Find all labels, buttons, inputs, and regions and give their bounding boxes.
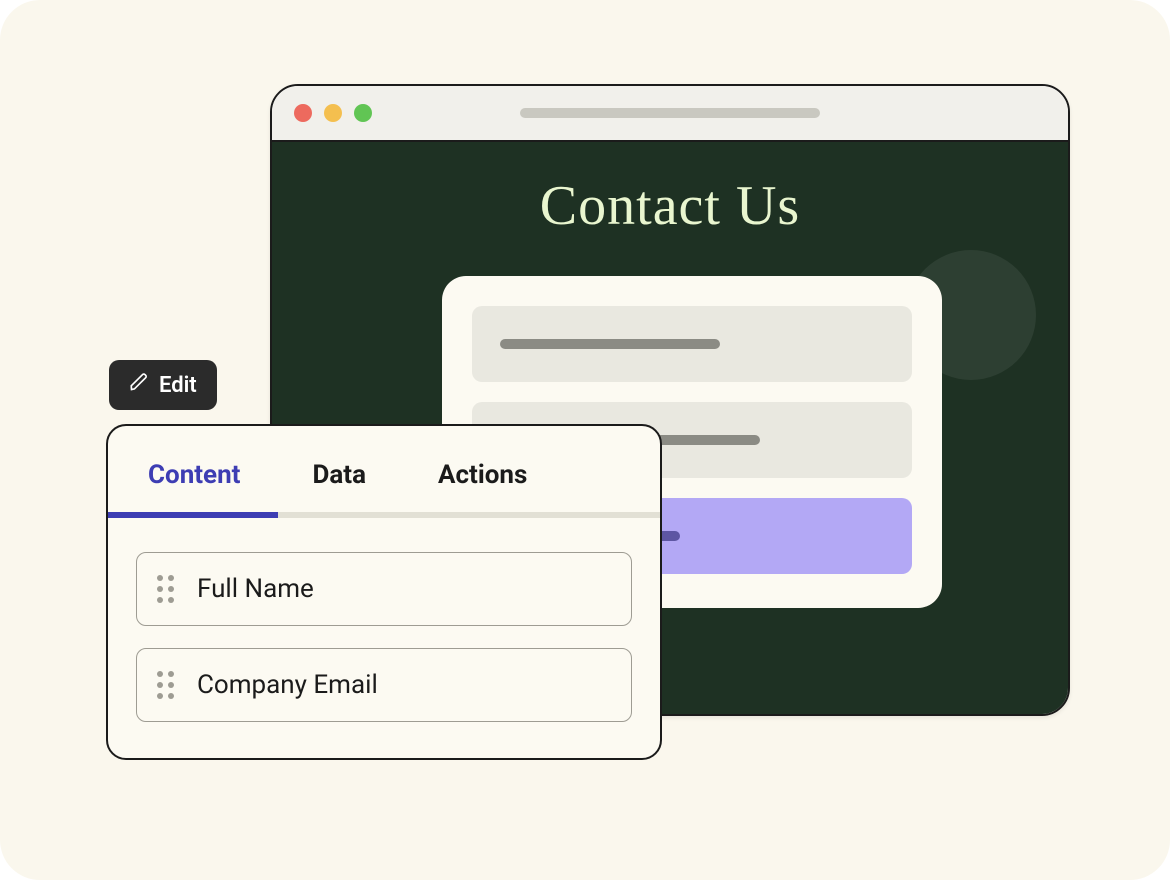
panel-body: Full Name Company Email bbox=[108, 518, 660, 758]
drag-handle-icon[interactable] bbox=[157, 575, 177, 603]
tab-actions[interactable]: Actions bbox=[438, 460, 527, 512]
active-tab-indicator bbox=[108, 512, 278, 518]
edit-button-label: Edit bbox=[159, 373, 197, 398]
pencil-icon bbox=[129, 372, 149, 398]
tab-content[interactable]: Content bbox=[148, 460, 240, 512]
canvas: Contact Us Edit Content Data A bbox=[0, 0, 1170, 880]
page-heading: Contact Us bbox=[272, 142, 1068, 238]
browser-titlebar bbox=[272, 86, 1068, 142]
field-label: Company Email bbox=[197, 670, 378, 700]
close-icon[interactable] bbox=[294, 104, 312, 122]
edit-button[interactable]: Edit bbox=[109, 360, 217, 410]
minimize-icon[interactable] bbox=[324, 104, 342, 122]
field-row[interactable]: Company Email bbox=[136, 648, 632, 722]
drag-handle-icon[interactable] bbox=[157, 671, 177, 699]
tab-data[interactable]: Data bbox=[312, 460, 366, 512]
text-placeholder bbox=[500, 339, 720, 349]
tabs: Content Data Actions bbox=[108, 426, 660, 512]
field-label: Full Name bbox=[197, 574, 314, 604]
maximize-icon[interactable] bbox=[354, 104, 372, 122]
edit-panel: Content Data Actions Full Name Company E… bbox=[106, 424, 662, 760]
form-field-placeholder[interactable] bbox=[472, 306, 912, 382]
tab-underline bbox=[108, 512, 660, 518]
field-row[interactable]: Full Name bbox=[136, 552, 632, 626]
address-bar-placeholder bbox=[520, 108, 820, 118]
traffic-lights bbox=[294, 104, 372, 122]
